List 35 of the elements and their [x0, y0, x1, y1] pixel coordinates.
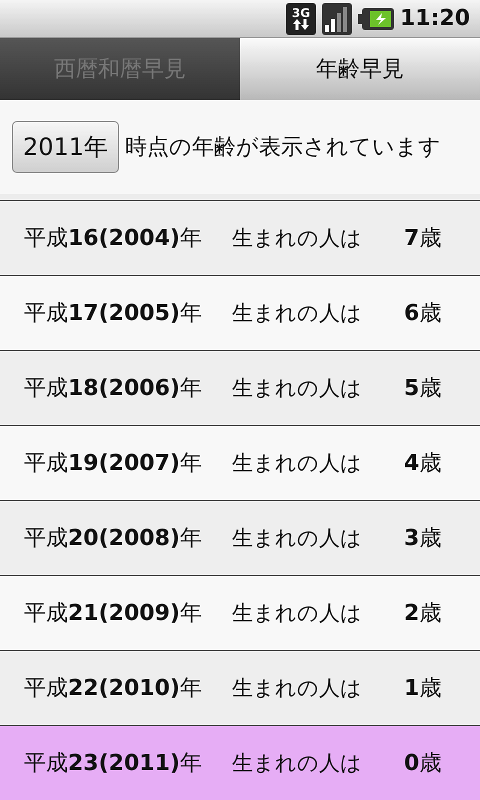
born-label: 生まれの人は — [232, 525, 363, 552]
list-row[interactable]: 平成16(2004)年 生まれの人は 7歳 — [0, 200, 480, 275]
born-label: 生まれの人は — [232, 300, 363, 327]
age: 2歳 — [404, 600, 442, 628]
list-row[interactable]: 平成20(2008)年 生まれの人は 3歳 — [0, 500, 480, 575]
birth-year: 平成21(2009)年 — [24, 600, 203, 628]
caption: 時点の年齢が表示されています — [125, 134, 442, 162]
birth-year: 平成19(2007)年 — [24, 450, 203, 478]
born-label: 生まれの人は — [232, 375, 363, 402]
age: 5歳 — [404, 375, 442, 403]
year-button[interactable]: 2011年 — [12, 121, 120, 173]
birth-year: 平成16(2004)年 — [24, 225, 203, 253]
birth-year: 平成23(2011)年 — [24, 750, 203, 778]
birth-year: 平成22(2010)年 — [24, 675, 203, 703]
age: 4歳 — [404, 450, 442, 478]
list-row[interactable]: 平成23(2011)年 生まれの人は 0歳 — [0, 725, 480, 800]
age: 0歳 — [404, 750, 442, 778]
age: 1歳 — [404, 675, 442, 703]
age: 6歳 — [404, 300, 442, 328]
born-label: 生まれの人は — [232, 675, 363, 702]
signal-icon — [322, 2, 352, 34]
list-row[interactable]: 平成22(2010)年 生まれの人は 1歳 — [0, 650, 480, 725]
born-label: 生まれの人は — [232, 600, 363, 627]
born-label: 生まれの人は — [232, 750, 363, 777]
age: 7歳 — [404, 225, 442, 253]
birth-year: 平成20(2008)年 — [24, 525, 203, 553]
clock: 11:20 — [400, 6, 470, 31]
birth-year: 平成18(2006)年 — [24, 375, 203, 403]
born-label: 生まれの人は — [232, 225, 363, 252]
birth-year: 平成17(2005)年 — [24, 300, 203, 328]
age: 3歳 — [404, 525, 442, 553]
network-icon: 3G — [286, 2, 316, 34]
battery-icon — [358, 8, 394, 30]
born-label: 生まれの人は — [232, 450, 363, 477]
list-row[interactable]: 平成18(2006)年 生まれの人は 5歳 — [0, 350, 480, 425]
